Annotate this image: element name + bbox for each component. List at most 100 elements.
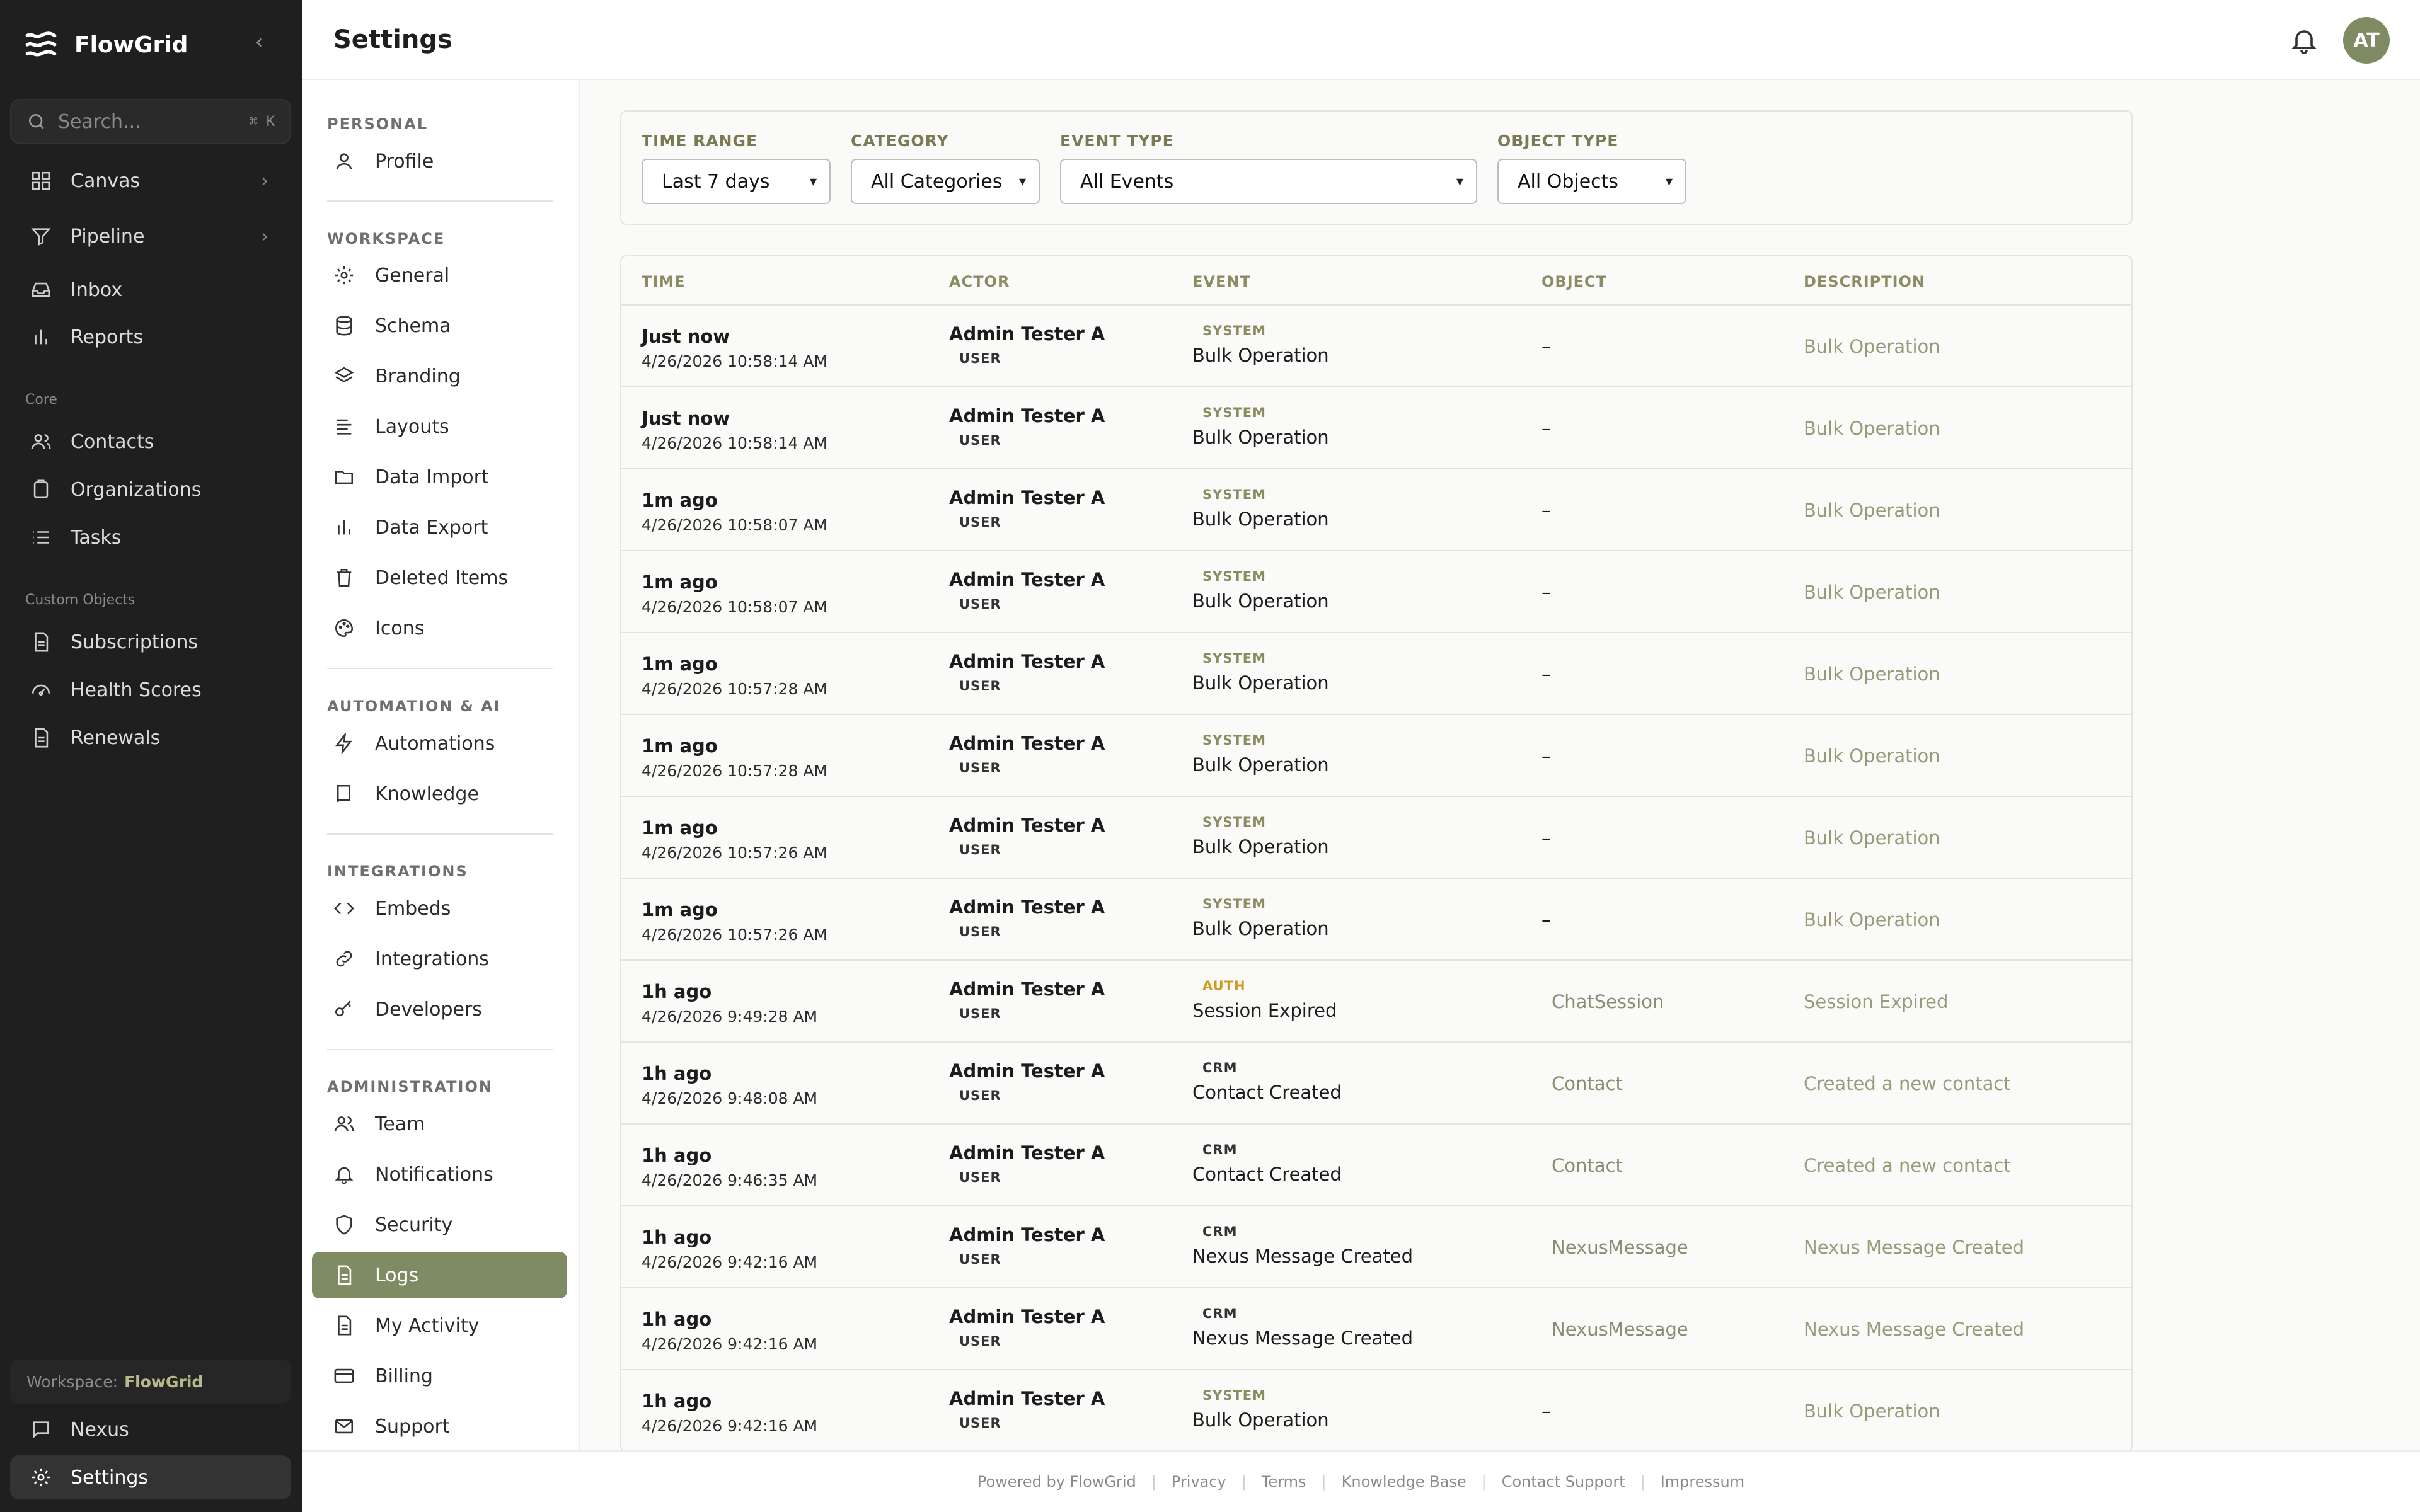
- table-row[interactable]: 1m ago 4/26/2026 10:57:26 AM Admin Tester …: [621, 879, 2131, 961]
- settings-item-data-import[interactable]: Data Import: [312, 454, 567, 500]
- nav-contacts[interactable]: Contacts: [10, 420, 291, 464]
- actor-cell: Admin Tester A USER: [949, 896, 1105, 939]
- actor-name: Admin Tester A: [949, 1306, 1105, 1327]
- table-row[interactable]: 1m ago 4/26/2026 10:57:28 AM Admin Tester …: [621, 715, 2131, 797]
- bell-icon[interactable]: [2289, 25, 2319, 55]
- event-type-select[interactable]: All Events ▾: [1060, 159, 1477, 204]
- settings-item-profile[interactable]: Profile: [312, 138, 567, 185]
- timestamp: 4/26/2026 10:57:28 AM: [642, 762, 828, 780]
- settings-item-label: Data Import: [375, 466, 489, 488]
- nav-canvas[interactable]: Canvas ›: [10, 159, 291, 203]
- object-cell[interactable]: NexusMessage: [1552, 1237, 1688, 1258]
- footer-powered-by: Powered by FlowGrid: [977, 1473, 1136, 1491]
- table-row[interactable]: 1h ago 4/26/2026 9:42:16 AM Admin Tester A…: [621, 1206, 2131, 1288]
- table-row[interactable]: Just now 4/26/2026 10:58:14 AM Admin Teste…: [621, 387, 2131, 469]
- table-row[interactable]: 1m ago 4/26/2026 10:57:28 AM Admin Tester …: [621, 633, 2131, 715]
- settings-item-logs[interactable]: Logs: [312, 1252, 567, 1298]
- select-value: All Objects: [1518, 170, 1619, 193]
- settings-item-embeds[interactable]: Embeds: [312, 885, 567, 932]
- select-value: Last 7 days: [662, 170, 770, 193]
- event-category-badge: SYSTEM: [1202, 569, 1267, 584]
- footer-link[interactable]: Privacy: [1172, 1473, 1226, 1491]
- footer-link[interactable]: Impressum: [1661, 1473, 1744, 1491]
- footer-link[interactable]: Terms: [1262, 1473, 1306, 1491]
- description-cell: Bulk Operation: [1804, 663, 1940, 685]
- actor-role-badge: USER: [959, 1334, 1001, 1349]
- footer-link[interactable]: Contact Support: [1502, 1473, 1625, 1491]
- nav-pipeline[interactable]: Pipeline ›: [10, 214, 291, 258]
- table-row[interactable]: 1h ago 4/26/2026 9:46:35 AM Admin Tester A…: [621, 1125, 2131, 1206]
- layers-icon: [334, 367, 354, 382]
- timestamp: 4/26/2026 9:46:35 AM: [642, 1171, 818, 1189]
- top-header: Settings AT: [302, 0, 2420, 80]
- nav-nexus[interactable]: Nexus: [10, 1407, 291, 1452]
- time-range-select[interactable]: Last 7 days ▾: [642, 159, 831, 204]
- nav-subscriptions[interactable]: Subscriptions: [10, 620, 291, 664]
- table-row[interactable]: Just now 4/26/2026 10:58:14 AM Admin Teste…: [621, 306, 2131, 387]
- settings-item-notifications[interactable]: Notifications: [312, 1151, 567, 1198]
- timestamp: 4/26/2026 10:58:14 AM: [642, 434, 828, 452]
- settings-item-support[interactable]: Support: [312, 1403, 567, 1450]
- filter-time-range: TIME RANGE Last 7 days ▾: [642, 132, 831, 204]
- settings-item-knowledge[interactable]: Knowledge: [312, 770, 567, 817]
- settings-item-billing[interactable]: Billing: [312, 1353, 567, 1399]
- brand[interactable]: FlowGrid: [23, 23, 188, 67]
- bar-chart-icon: [35, 329, 47, 345]
- settings-item-branding[interactable]: Branding: [312, 353, 567, 399]
- nav-settings[interactable]: Settings: [10, 1455, 291, 1499]
- settings-item-automations[interactable]: Automations: [312, 720, 567, 767]
- table-row[interactable]: 1m ago 4/26/2026 10:57:26 AM Admin Tester …: [621, 797, 2131, 879]
- avatar[interactable]: AT: [2343, 17, 2390, 64]
- table-row[interactable]: 1m ago 4/26/2026 10:58:07 AM Admin Tester …: [621, 469, 2131, 551]
- settings-item-icons[interactable]: Icons: [312, 605, 567, 651]
- settings-item-team[interactable]: Team: [312, 1101, 567, 1147]
- settings-item-label: General: [375, 264, 450, 287]
- time-cell: 1m ago 4/26/2026 10:57:26 AM: [642, 899, 827, 944]
- collapse-sidebar-button[interactable]: ‹: [246, 29, 272, 54]
- footer-separator: |: [1241, 1473, 1247, 1491]
- table-row[interactable]: 1h ago 4/26/2026 9:42:16 AM Admin Tester A…: [621, 1370, 2131, 1451]
- object-cell[interactable]: Contact: [1552, 1073, 1623, 1094]
- nav-tasks[interactable]: Tasks: [10, 515, 291, 559]
- table-row[interactable]: 1h ago 4/26/2026 9:42:16 AM Admin Tester A…: [621, 1288, 2131, 1370]
- actor-cell: Admin Tester A USER: [949, 1142, 1105, 1185]
- settings-item-schema[interactable]: Schema: [312, 302, 567, 349]
- nav-health-scores[interactable]: Health Scores: [10, 668, 291, 712]
- search-input[interactable]: Search... ⌘ K: [10, 99, 291, 144]
- object-type-select[interactable]: All Objects ▾: [1497, 159, 1686, 204]
- table-row[interactable]: 1m ago 4/26/2026 10:58:07 AM Admin Tester …: [621, 551, 2131, 633]
- workspace-switcher[interactable]: Workspace: FlowGrid: [10, 1360, 291, 1404]
- settings-item-security[interactable]: Security: [312, 1201, 567, 1248]
- settings-item-label: Layouts: [375, 415, 449, 438]
- object-cell[interactable]: ChatSession: [1552, 991, 1664, 1012]
- settings-item-label: Branding: [375, 365, 461, 387]
- settings-item-integrations[interactable]: Integrations: [312, 936, 567, 982]
- nav-inbox[interactable]: Inbox: [10, 268, 291, 312]
- event-category-badge: SYSTEM: [1202, 323, 1267, 338]
- settings-item-my-activity[interactable]: My Activity: [312, 1302, 567, 1349]
- object-cell[interactable]: Contact: [1552, 1155, 1623, 1176]
- settings-item-general[interactable]: General: [312, 252, 567, 299]
- chevron-left-icon: ‹: [255, 30, 263, 54]
- event-name: Bulk Operation: [1192, 672, 1329, 694]
- event-category-badge: SYSTEM: [1202, 896, 1267, 912]
- table-row[interactable]: 1h ago 4/26/2026 9:48:08 AM Admin Tester A…: [621, 1043, 2131, 1125]
- object-cell: –: [1541, 745, 1551, 767]
- nav-reports[interactable]: Reports: [10, 315, 291, 359]
- footer-separator: |: [1640, 1473, 1645, 1491]
- event-cell: SYSTEM Bulk Operation: [1192, 1388, 1329, 1431]
- settings-item-developers[interactable]: Developers: [312, 986, 567, 1033]
- settings-item-layouts[interactable]: Layouts: [312, 403, 567, 450]
- object-cell: –: [1541, 581, 1551, 603]
- settings-item-data-export[interactable]: Data Export: [312, 504, 567, 551]
- category-select[interactable]: All Categories ▾: [851, 159, 1040, 204]
- footer-link[interactable]: Knowledge Base: [1342, 1473, 1466, 1491]
- event-cell: SYSTEM Bulk Operation: [1192, 569, 1329, 612]
- table-row[interactable]: 1h ago 4/26/2026 9:49:28 AM Admin Tester A…: [621, 961, 2131, 1043]
- object-cell[interactable]: NexusMessage: [1552, 1319, 1688, 1340]
- settings-item-deleted-items[interactable]: Deleted Items: [312, 554, 567, 601]
- nav-organizations[interactable]: Organizations: [10, 467, 291, 512]
- grid-icon: [32, 171, 50, 190]
- nav-renewals[interactable]: Renewals: [10, 716, 291, 760]
- nav-section-core: Core: [25, 392, 57, 408]
